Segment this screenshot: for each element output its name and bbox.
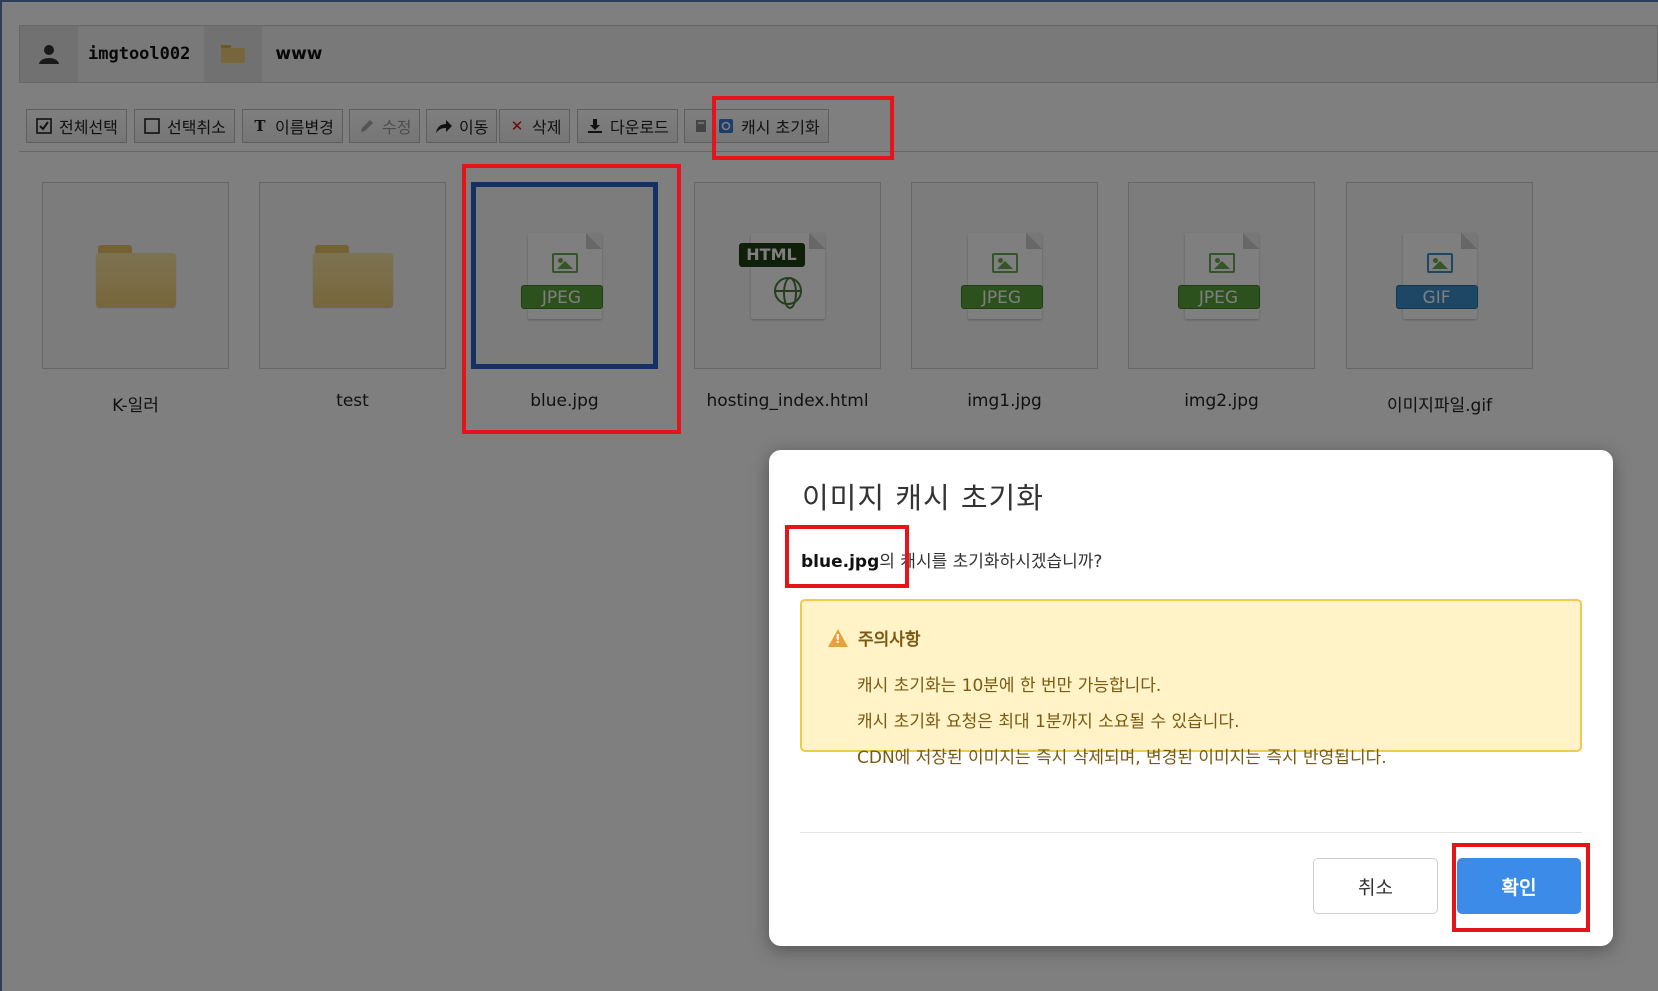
dialog-title: 이미지 캐시 초기화 <box>802 481 1044 515</box>
dialog-divider <box>800 832 1582 833</box>
notice-box: 주의사항 캐시 초기화는 10분에 한 번만 가능합니다. 캐시 초기화 요청은… <box>800 599 1582 768</box>
notice-item: CDN에 저장된 이미지는 즉시 삭제되며, 변경된 이미지는 즉시 반영됩니다… <box>857 748 1387 768</box>
highlight-selected-file <box>462 164 681 434</box>
dialog-message-text: 의 캐시를 초기화하시겠습니까? <box>879 552 1103 572</box>
notice-item: 캐시 초기화 요청은 최대 1분까지 소요될 수 있습니다. <box>857 712 1240 732</box>
warning-icon <box>828 628 848 647</box>
highlight-confirm-button <box>1452 843 1590 932</box>
cancel-button[interactable]: 취소 <box>1313 858 1438 914</box>
highlight-filename <box>785 525 909 588</box>
notice-item: 캐시 초기화는 10분에 한 번만 가능합니다. <box>857 676 1162 696</box>
highlight-cache-reset-button <box>712 96 894 160</box>
notice-list: 캐시 초기화는 10분에 한 번만 가능합니다. 캐시 초기화 요청은 최대 1… <box>857 671 1387 779</box>
notice-title: 주의사항 <box>858 630 921 650</box>
notice-header: 주의사항 <box>828 625 921 650</box>
